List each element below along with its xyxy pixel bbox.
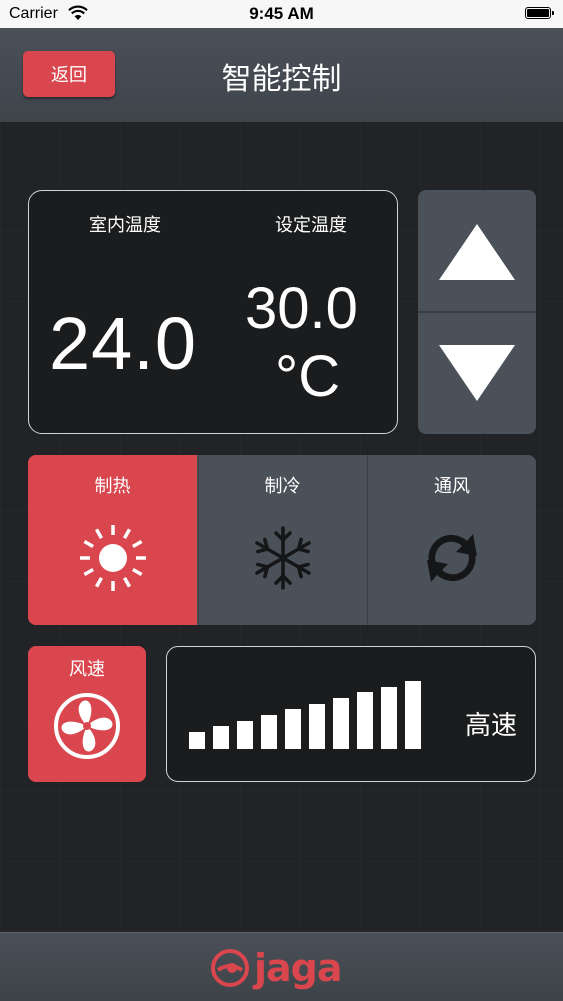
page-title: 智能控制 (221, 62, 342, 97)
mode-heat-label: 制热 (94, 476, 131, 497)
speed-level-bar (285, 709, 301, 749)
fan-speed-button[interactable]: 风速 (28, 646, 146, 782)
mode-cool-button[interactable]: 制冷 (198, 455, 366, 625)
speed-level-bar (237, 720, 253, 749)
decrease-temp-button[interactable] (418, 313, 536, 434)
sync-icon (427, 534, 477, 582)
speed-level-bar (357, 692, 373, 749)
temperature-adjust-panel (418, 190, 536, 434)
status-bar: Carrier 9:45 AM (0, 0, 563, 28)
indoor-temp-value: 24.0 (49, 302, 198, 385)
battery-icon (525, 7, 554, 19)
setpoint-temp-value: 30.0 (245, 276, 358, 341)
fan-icon (54, 693, 120, 759)
status-time: 9:45 AM (249, 4, 314, 23)
jaga-logo: jaga (210, 945, 343, 991)
mode-vent-button[interactable]: 通风 (367, 455, 536, 625)
indoor-temp-label: 室内温度 (89, 215, 161, 236)
mode-cool-label: 制冷 (264, 476, 301, 497)
speed-level-bar (405, 681, 421, 749)
speed-level-bar (333, 698, 349, 749)
setpoint-temp-label: 设定温度 (275, 215, 347, 236)
snowflake-icon (254, 526, 311, 590)
speed-level-bars (189, 677, 421, 749)
speed-level-bar (189, 732, 205, 749)
increase-temp-button[interactable] (418, 190, 536, 311)
temperature-card: 室内温度 设定温度 24.0 30.0 °C (28, 190, 398, 434)
fan-speed-label: 风速 (69, 659, 105, 680)
temperature-unit: °C (275, 344, 341, 409)
logo-text: jaga (254, 946, 343, 990)
speed-level-bar (309, 703, 325, 749)
speed-level-bar (213, 726, 229, 749)
triangle-down-icon (439, 345, 515, 401)
speed-level-bar (381, 686, 397, 749)
speed-level-bar (261, 715, 277, 749)
header-bar: 返回 智能控制 (0, 28, 563, 122)
sun-icon (79, 525, 146, 591)
mode-selector: 制热 制冷 通风 (28, 455, 536, 625)
jaga-logo-icon (211, 949, 249, 987)
fan-speed-indicator: 高速 (166, 646, 536, 782)
fan-speed-value: 高速 (464, 711, 517, 741)
footer-bar: jaga (0, 932, 563, 1001)
mode-heat-button[interactable]: 制热 (28, 455, 197, 625)
triangle-up-icon (439, 224, 515, 280)
mode-vent-label: 通风 (434, 476, 470, 497)
